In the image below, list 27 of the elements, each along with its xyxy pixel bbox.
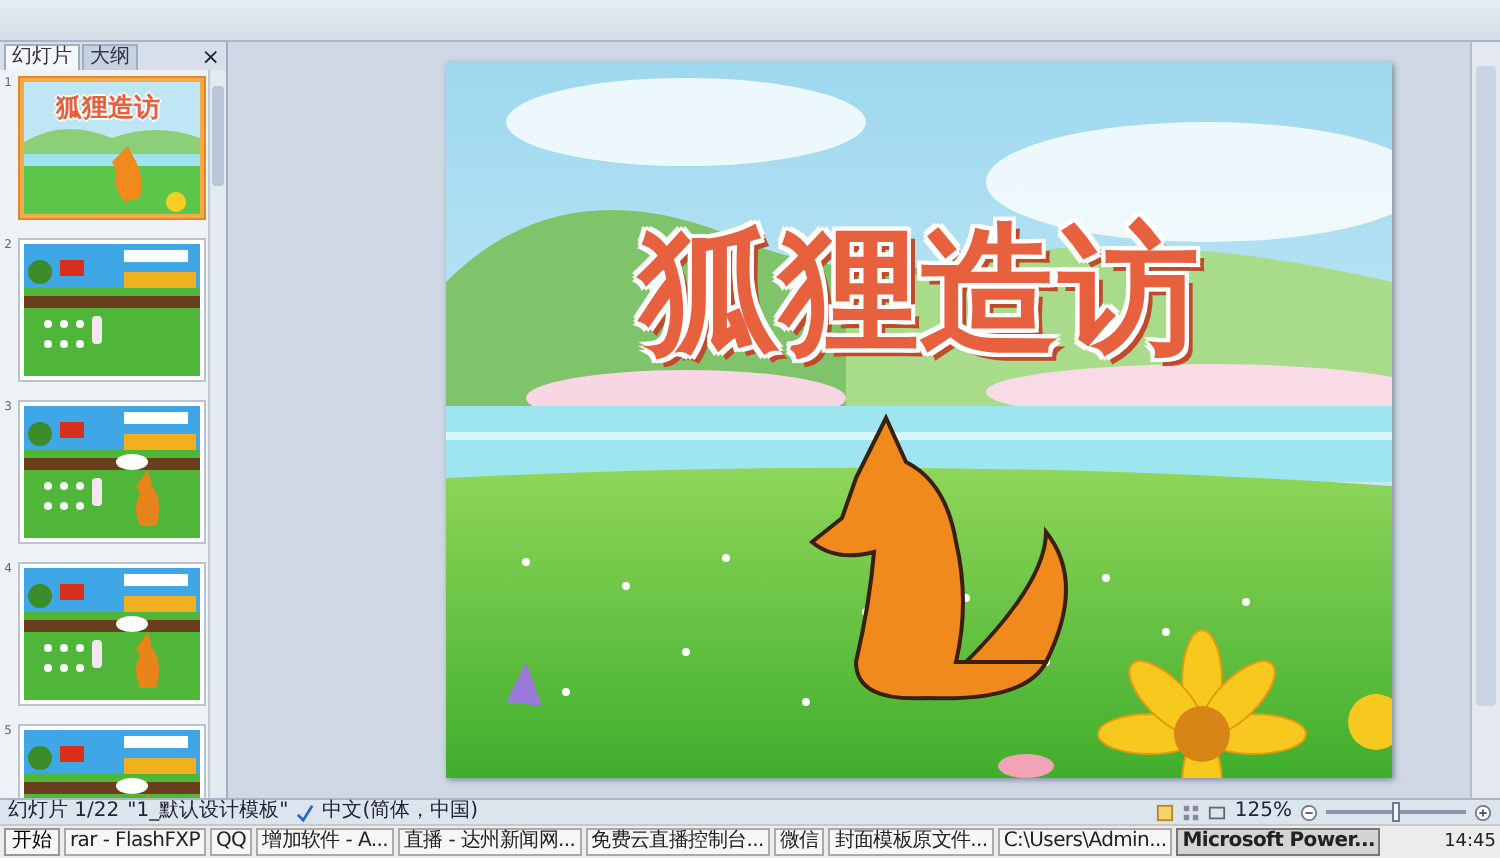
close-button[interactable]: ×: [195, 46, 226, 70]
taskbar-button[interactable]: 微信: [773, 828, 825, 856]
sorter-view-icon[interactable]: [1182, 803, 1201, 821]
zoom-level: 125%: [1234, 800, 1292, 824]
taskbar-button[interactable]: 免费云直播控制台...: [585, 828, 770, 856]
taskbar-button[interactable]: Microsoft Power...: [1176, 828, 1381, 856]
panel-tab[interactable]: 大纲: [82, 44, 138, 70]
language-label: 中文(简体，中国): [322, 800, 479, 824]
start-button[interactable]: 开始: [4, 828, 60, 856]
scrollbar[interactable]: [208, 70, 226, 798]
slideshow-icon[interactable]: [1208, 803, 1227, 821]
taskbar-button[interactable]: 直播 - 达州新闻网...: [398, 828, 582, 856]
normal-view-icon[interactable]: [1156, 803, 1175, 821]
panel-tab[interactable]: 幻灯片: [4, 44, 80, 70]
scrollbar[interactable]: [1470, 42, 1500, 798]
taskbar-button[interactable]: QQ: [209, 828, 253, 856]
clock: 14:45: [1444, 832, 1496, 852]
taskbar-button[interactable]: C:\Users\Admin...: [997, 828, 1173, 856]
zoom-in-icon[interactable]: [1474, 803, 1492, 821]
thumbnail-title: 狐狸造访: [56, 91, 160, 126]
taskbar-button[interactable]: 增加软件 - A...: [256, 828, 394, 856]
theme-name: "1_默认设计模板": [127, 800, 289, 824]
taskbar-button[interactable]: 封面模板原文件...: [828, 828, 994, 856]
zoom-out-icon[interactable]: [1300, 803, 1318, 821]
slide-counter: 幻灯片 1/22: [8, 800, 120, 824]
spellcheck-icon[interactable]: [296, 803, 315, 821]
taskbar-button[interactable]: rar - FlashFXP: [64, 828, 206, 856]
